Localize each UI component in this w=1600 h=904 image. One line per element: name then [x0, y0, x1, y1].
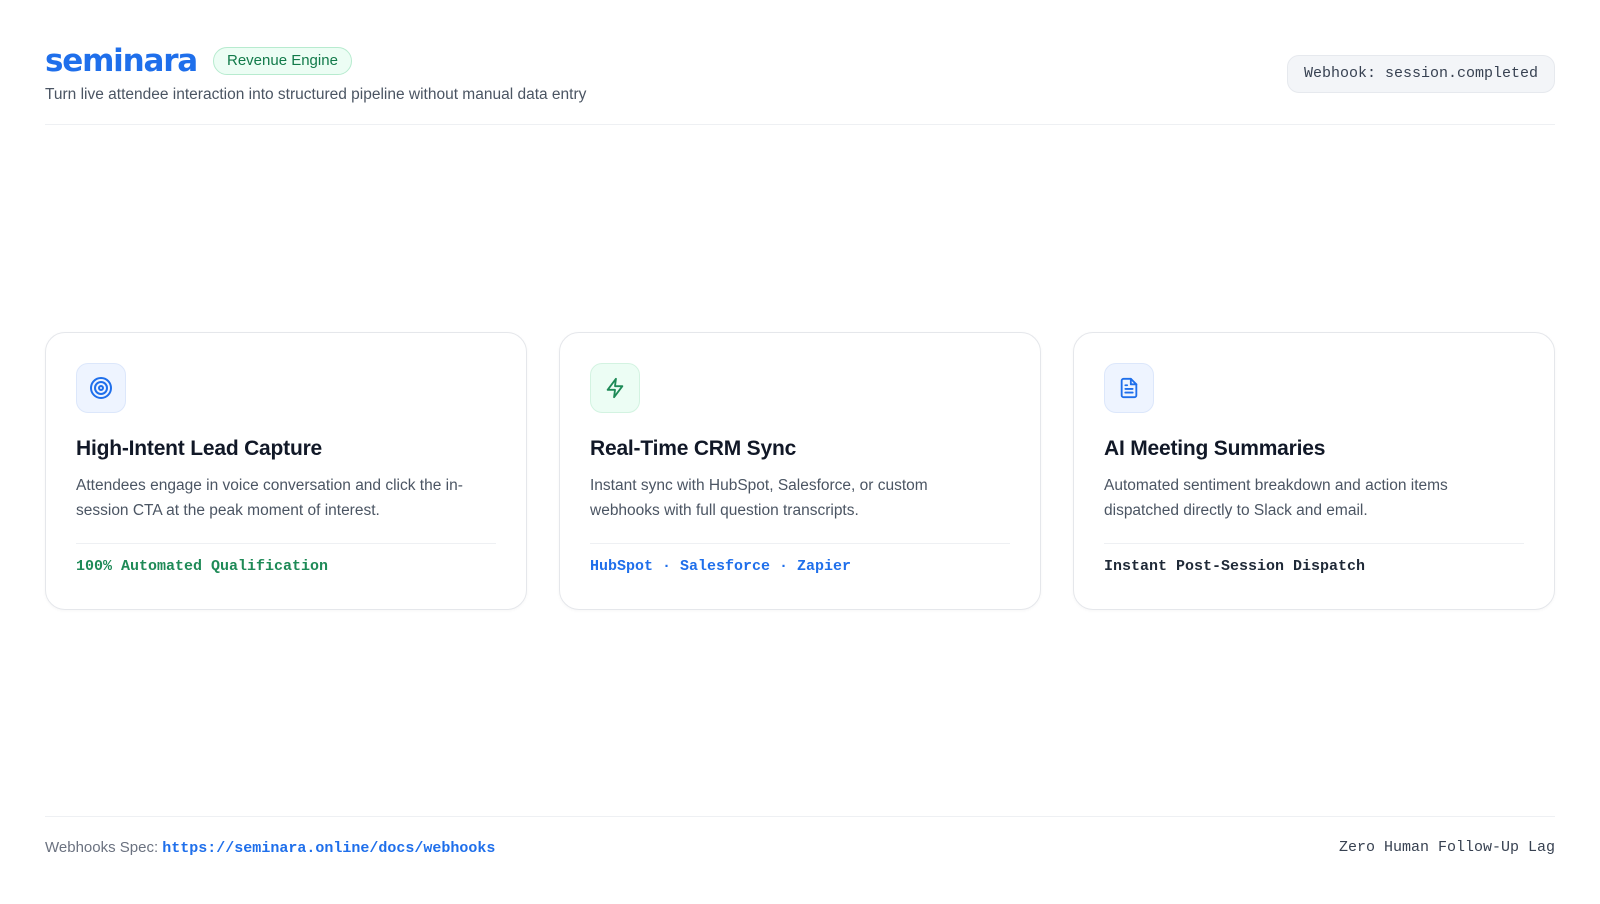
brand-row: seminara Revenue Engine	[45, 42, 352, 80]
lightning-bolt-icon	[590, 363, 640, 413]
card-footnote: Instant Post-Session Dispatch	[1104, 558, 1366, 575]
webhooks-spec-link[interactable]: https://seminara.online/docs/webhooks	[162, 840, 495, 857]
card-title: AI Meeting Summaries	[1104, 437, 1326, 460]
card-description: Automated sentiment breakdown and action…	[1104, 477, 1448, 519]
feature-card-ai-summaries: AI Meeting Summaries Automated sentiment…	[1073, 332, 1555, 610]
webhooks-spec: Webhooks Spec: https://seminara.online/d…	[45, 839, 495, 857]
target-icon	[76, 363, 126, 413]
feature-card-lead-capture: High-Intent Lead Capture Attendees engag…	[45, 332, 527, 610]
header-tagline: Turn live attendee interaction into stru…	[45, 86, 587, 103]
footer-tagline: Zero Human Follow-Up Lag	[1338, 839, 1555, 856]
card-title: High-Intent Lead Capture	[76, 437, 323, 460]
webhook-event-pill: Webhook: session.completed	[1286, 55, 1555, 93]
feature-cards: High-Intent Lead Capture Attendees engag…	[45, 332, 1555, 612]
logo[interactable]: seminara	[45, 42, 198, 80]
card-footnote: HubSpot · Salesforce · Zapier	[590, 558, 852, 575]
card-divider	[1104, 543, 1524, 544]
card-description: Instant sync with HubSpot, Salesforce, o…	[590, 477, 928, 519]
page: seminara Revenue Engine Turn live attend…	[0, 0, 1600, 904]
document-icon	[1104, 363, 1154, 413]
webhooks-spec-label: Webhooks Spec:	[45, 839, 163, 856]
card-title: Real-Time CRM Sync	[590, 437, 797, 460]
footer: Webhooks Spec: https://seminara.online/d…	[45, 816, 1555, 877]
card-footnote: 100% Automated Qualification	[76, 558, 329, 575]
revenue-engine-badge: Revenue Engine	[213, 47, 352, 75]
card-divider	[590, 543, 1010, 544]
card-divider	[76, 543, 496, 544]
card-description: Attendees engage in voice conversation a…	[76, 477, 463, 519]
feature-card-crm-sync: Real-Time CRM Sync Instant sync with Hub…	[559, 332, 1041, 610]
header: seminara Revenue Engine Turn live attend…	[45, 42, 1555, 125]
